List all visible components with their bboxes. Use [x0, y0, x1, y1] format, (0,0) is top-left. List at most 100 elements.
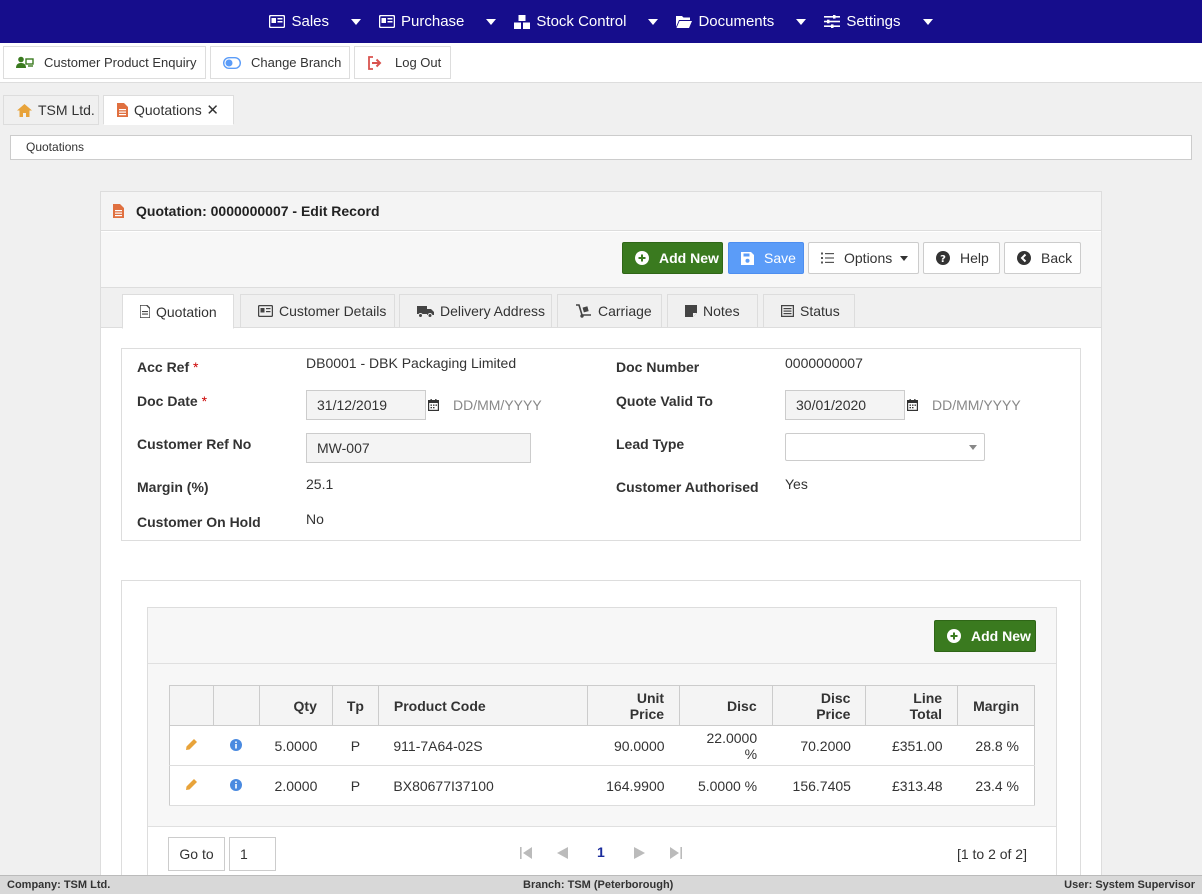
last-page-icon[interactable]	[670, 847, 682, 859]
info-circle-icon[interactable]	[230, 778, 243, 791]
top-navigation: Sales Purchase Stock Control Documents S…	[0, 0, 1202, 43]
save-button[interactable]: Save	[728, 242, 804, 274]
margin-label: Margin (%)	[137, 479, 209, 495]
info-circle-icon[interactable]	[230, 738, 243, 751]
table-header-row: Qty Tp Product Code Unit Price Disc Disc…	[169, 685, 1035, 726]
nav-documents[interactable]: Documents	[676, 0, 807, 43]
previous-page-icon[interactable]	[557, 847, 568, 859]
options-dropdown[interactable]: Options	[808, 242, 919, 274]
tab-quotations-label: Quotations	[134, 102, 202, 118]
nav-settings[interactable]: Settings	[824, 0, 933, 43]
sign-out-icon	[367, 55, 385, 70]
header-disc-price[interactable]: Disc Price	[771, 685, 867, 726]
panel-header: Quotation: 0000000007 - Edit Record	[101, 192, 1101, 231]
tab-customer-details-label: Customer Details	[279, 303, 387, 319]
quote-valid-format-hint: DD/MM/YYYY	[932, 397, 1021, 413]
nav-stock-control-label: Stock Control	[536, 13, 627, 30]
lead-type-select[interactable]	[785, 433, 985, 461]
tab-delivery-address-label: Delivery Address	[440, 303, 546, 319]
tab-customer-details[interactable]: Customer Details	[240, 294, 395, 328]
tab-notes[interactable]: Notes	[667, 294, 758, 328]
quote-valid-label: Quote Valid To	[616, 393, 713, 409]
sticky-note-icon	[685, 305, 697, 317]
quote-valid-input[interactable]: 30/01/2020	[785, 390, 905, 420]
info-cell	[213, 725, 260, 766]
pencil-icon[interactable]	[185, 738, 198, 751]
tab-status-label: Status	[800, 303, 840, 319]
nav-sales[interactable]: Sales	[269, 0, 362, 43]
line-total-cell: £313.48	[865, 765, 958, 806]
tab-quotation[interactable]: Quotation	[122, 294, 234, 329]
question-circle-icon: ?	[936, 251, 950, 265]
header-margin[interactable]: Margin	[957, 685, 1035, 726]
tab-notes-label: Notes	[703, 303, 740, 319]
disc-cell: 22.0000 %	[679, 725, 773, 766]
line-total-cell: £351.00	[865, 725, 958, 766]
document-tabs: TSM Ltd. Quotations ✕	[0, 83, 1202, 125]
header-qty[interactable]: Qty	[259, 685, 333, 726]
acc-ref-value: DB0001 - DBK Packaging Limited	[306, 355, 517, 371]
header-unit-price[interactable]: Unit Price	[587, 685, 681, 726]
header-tp[interactable]: Tp	[331, 685, 379, 726]
tab-delivery-address[interactable]: Delivery Address	[399, 294, 552, 328]
add-new-label: Add New	[659, 250, 719, 266]
add-new-button[interactable]: Add New	[622, 242, 723, 274]
customer-product-enquiry-button[interactable]: Customer Product Enquiry	[3, 46, 206, 79]
nav-stock-control[interactable]: Stock Control	[514, 0, 659, 43]
chevron-down-icon[interactable]	[922, 18, 933, 25]
calendar-icon[interactable]	[428, 399, 439, 411]
header-info	[212, 685, 261, 726]
header-disc[interactable]: Disc	[679, 685, 773, 726]
customer-ref-input[interactable]: MW-007	[306, 433, 531, 463]
back-button[interactable]: Back	[1004, 242, 1081, 274]
doc-date-label: Doc Date *	[137, 393, 207, 409]
acc-ref-label: Acc Ref *	[137, 359, 198, 375]
page-title: Quotation: 0000000007 - Edit Record	[136, 203, 380, 219]
page-number-input[interactable]: 1	[229, 837, 276, 871]
tab-tsm-ltd[interactable]: TSM Ltd.	[3, 95, 99, 125]
id-card-icon	[258, 305, 273, 317]
add-line-label: Add New	[971, 628, 1031, 644]
sliders-icon	[824, 15, 841, 29]
plus-circle-icon	[635, 251, 649, 265]
tab-tsm-ltd-label: TSM Ltd.	[38, 102, 95, 118]
header-line-total[interactable]: Line Total	[865, 685, 959, 726]
customer-authorised-label: Customer Authorised	[616, 479, 759, 495]
add-line-button[interactable]: Add New	[934, 620, 1036, 652]
change-branch-button[interactable]: Change Branch	[210, 46, 350, 79]
nav-purchase[interactable]: Purchase	[379, 0, 497, 43]
table-row: 5.0000 P 911-7A64-02S 90.0000 22.0000 % …	[169, 725, 1035, 766]
chevron-down-icon[interactable]	[648, 18, 659, 25]
info-cell	[213, 765, 260, 806]
quotation-lines: Add New Qty Tp Product Code Unit Price D…	[121, 580, 1081, 880]
doc-date-input[interactable]: 31/12/2019	[306, 390, 426, 420]
calendar-icon[interactable]	[907, 399, 918, 411]
tab-carriage-label: Carriage	[598, 303, 652, 319]
tab-quotations[interactable]: Quotations ✕	[103, 95, 234, 125]
first-page-icon[interactable]	[520, 847, 532, 859]
unit-price-cell: 164.9900	[587, 765, 680, 806]
nav-settings-label: Settings	[846, 13, 901, 30]
nav-sales-label: Sales	[291, 13, 330, 30]
tab-carriage[interactable]: Carriage	[557, 294, 662, 328]
help-button[interactable]: ? Help	[923, 242, 1000, 274]
chevron-down-icon[interactable]	[351, 18, 362, 25]
breadcrumb[interactable]: Quotations	[10, 135, 1192, 160]
next-page-icon[interactable]	[634, 847, 645, 859]
document-icon	[140, 305, 150, 318]
header-product-code[interactable]: Product Code	[377, 685, 589, 726]
log-out-button[interactable]: Log Out	[354, 46, 451, 79]
customer-ref-label: Customer Ref No	[137, 436, 252, 452]
edit-cell	[169, 765, 214, 806]
chevron-down-icon[interactable]	[486, 18, 497, 25]
disc-price-cell: 70.2000	[772, 725, 866, 766]
current-page[interactable]: 1	[597, 844, 605, 860]
chevron-down-icon[interactable]	[796, 18, 807, 25]
close-icon[interactable]: ✕	[206, 101, 219, 119]
go-to-button[interactable]: Go to	[168, 837, 225, 871]
list-icon	[821, 252, 834, 264]
document-icon	[113, 204, 124, 218]
tab-status[interactable]: Status	[763, 294, 855, 328]
pencil-icon[interactable]	[185, 778, 198, 791]
document-icon	[117, 103, 128, 117]
